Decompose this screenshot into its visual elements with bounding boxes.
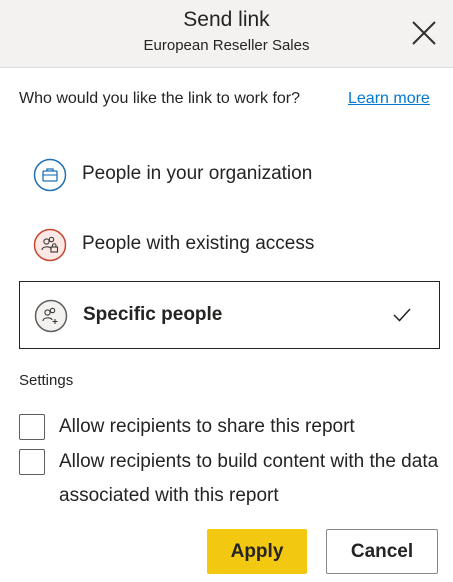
briefcase-icon: [33, 158, 67, 192]
learn-more-link[interactable]: Learn more: [348, 90, 430, 108]
cancel-button[interactable]: Cancel: [326, 529, 438, 574]
checkbox-allow-build[interactable]: Allow recipients to build content with t…: [19, 449, 439, 519]
dialog-header: Send link European Reseller Sales: [0, 0, 453, 68]
close-button[interactable]: [409, 18, 439, 48]
dialog-title: Send link: [183, 8, 270, 31]
option-people-in-organization[interactable]: People in your organization: [19, 141, 440, 209]
checkbox[interactable]: [19, 414, 45, 440]
people-lock-icon: [33, 228, 67, 262]
option-label: Specific people: [83, 304, 223, 325]
option-people-existing-access[interactable]: People with existing access: [19, 211, 440, 279]
checkmark-icon: [393, 308, 411, 322]
checkbox-allow-share[interactable]: Allow recipients to share this report: [19, 414, 439, 444]
settings-heading: Settings: [19, 372, 74, 389]
option-label: People in your organization: [82, 163, 313, 184]
option-specific-people[interactable]: Specific people: [19, 281, 440, 349]
checkbox-label: Allow recipients to share this report: [59, 416, 355, 437]
option-label: People with existing access: [82, 233, 315, 254]
people-add-icon: [34, 299, 68, 333]
close-icon: [412, 21, 436, 45]
checkbox[interactable]: [19, 449, 45, 475]
dialog-subtitle: European Reseller Sales: [143, 37, 310, 54]
link-prompt: Who would you like the link to work for?: [19, 90, 301, 107]
apply-button[interactable]: Apply: [207, 529, 307, 574]
checkbox-label: Allow recipients to build content with t…: [59, 451, 439, 506]
